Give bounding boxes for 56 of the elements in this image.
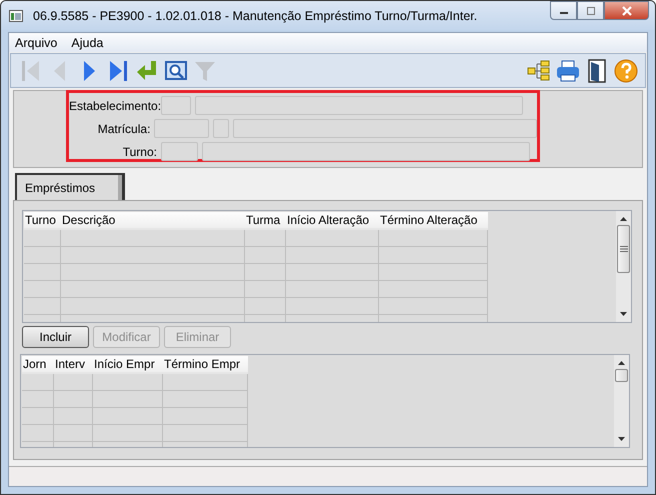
close-button[interactable] bbox=[604, 1, 649, 20]
table-cell bbox=[93, 391, 163, 408]
close-icon bbox=[620, 6, 632, 16]
column-header[interactable]: Término Empr bbox=[163, 356, 248, 372]
input-field[interactable] bbox=[213, 119, 230, 138]
table-cell bbox=[93, 425, 163, 442]
window-title: 06.9.5585 - PE3900 - 1.02.01.018 - Manutenção Empréstimo Turno/Turma/Inter. bbox=[33, 8, 478, 22]
maximize-icon bbox=[586, 6, 596, 14]
input-field[interactable] bbox=[195, 96, 523, 115]
table-cell bbox=[54, 408, 93, 425]
table-cell bbox=[24, 298, 61, 315]
table-cell bbox=[24, 247, 61, 264]
column-header[interactable]: Início Empr bbox=[93, 356, 163, 372]
table-cell bbox=[245, 298, 286, 315]
column-header[interactable]: Turno bbox=[24, 212, 61, 228]
menu-item[interactable]: Arquivo bbox=[15, 36, 58, 50]
table-cell bbox=[54, 374, 93, 391]
table-cell bbox=[24, 230, 61, 247]
table-cell bbox=[245, 264, 286, 281]
table-cell bbox=[245, 247, 286, 264]
input-field[interactable] bbox=[233, 119, 537, 138]
input-field[interactable] bbox=[161, 142, 198, 161]
menu-item[interactable]: Ajuda bbox=[71, 36, 104, 50]
field-label: Turno: bbox=[122, 144, 157, 158]
maximize-button[interactable] bbox=[577, 1, 604, 20]
column-header[interactable]: Turma bbox=[245, 212, 286, 228]
table-cell bbox=[24, 281, 61, 298]
tab[interactable]: Empréstimos bbox=[15, 173, 125, 201]
table-cell bbox=[93, 374, 163, 391]
input-field[interactable] bbox=[154, 119, 210, 138]
table-cell bbox=[22, 391, 54, 408]
table-cell bbox=[54, 425, 93, 442]
table-cell bbox=[245, 281, 286, 298]
app-icon bbox=[9, 10, 23, 22]
field-label: Matrícula: bbox=[96, 122, 150, 136]
help-icon[interactable] bbox=[612, 57, 639, 84]
scrollbar[interactable] bbox=[616, 211, 631, 322]
column-header[interactable]: Término Alteração bbox=[379, 212, 488, 228]
column-header[interactable]: Início Alteração bbox=[286, 212, 379, 228]
column-header[interactable]: Interv bbox=[54, 356, 93, 372]
grip-icon bbox=[620, 245, 628, 253]
table-cell bbox=[22, 374, 54, 391]
table-cell bbox=[93, 408, 163, 425]
table-cell bbox=[54, 391, 93, 408]
table-cell bbox=[24, 264, 61, 281]
minimize-button[interactable] bbox=[550, 1, 577, 20]
action-button[interactable]: Incluir bbox=[22, 326, 89, 348]
table-cell bbox=[245, 230, 286, 247]
input-field[interactable] bbox=[202, 142, 530, 161]
column-header[interactable]: Jorn bbox=[22, 356, 54, 372]
scrollbar[interactable] bbox=[614, 355, 629, 447]
input-field[interactable] bbox=[161, 96, 191, 115]
table-cell bbox=[22, 425, 54, 442]
scroll-thumb[interactable] bbox=[615, 369, 628, 382]
table-cell bbox=[22, 408, 54, 425]
column-header[interactable]: Descrição bbox=[61, 212, 245, 228]
